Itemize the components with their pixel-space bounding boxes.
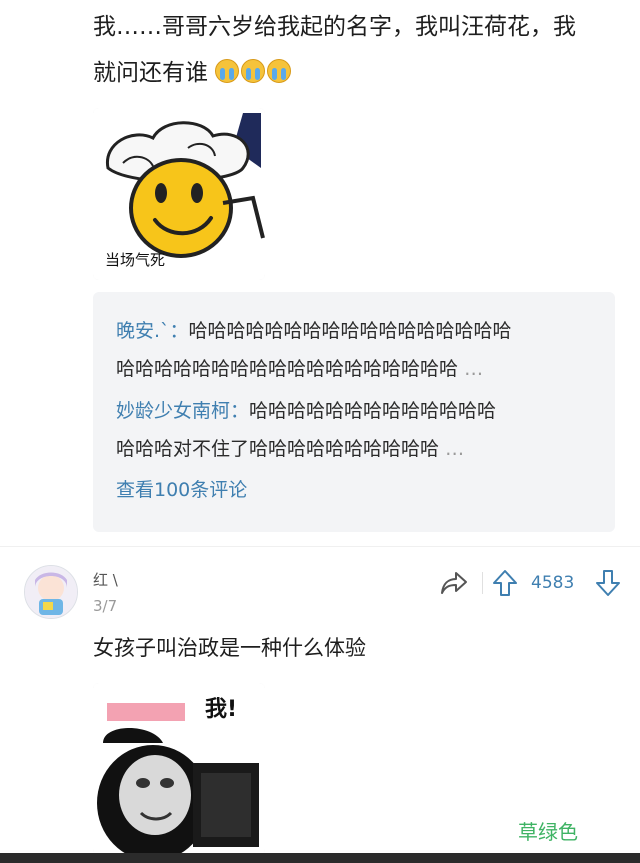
panda-meme-illustration [93, 683, 265, 855]
replies-panel: 晚安.`：哈哈哈哈哈哈哈哈哈哈哈哈哈哈哈哈哈 哈哈哈哈哈哈哈哈哈哈哈哈哈哈哈哈哈… [93, 292, 615, 532]
reply-item-continued: 哈哈哈对不住了哈哈哈哈哈哈哈哈哈哈 … [116, 434, 464, 461]
upvote-count: 4583 [531, 573, 575, 593]
reply-item[interactable]: 妙龄少女南柯：哈哈哈哈哈哈哈哈哈哈哈哈哈 [116, 396, 496, 423]
comment-date: 3/7 [93, 597, 118, 615]
avatar[interactable] [24, 565, 78, 619]
sticker-text: 我! [205, 697, 238, 722]
reply-ellipsis: … [464, 358, 484, 380]
downvote-arrow-icon[interactable] [595, 569, 621, 597]
reply-item-continued: 哈哈哈哈哈哈哈哈哈哈哈哈哈哈哈哈哈哈 … [116, 354, 483, 381]
view-more-comments-link[interactable]: 查看100条评论 [116, 475, 247, 502]
action-divider [482, 572, 483, 594]
post-text-line-1: 我……哥哥六岁给我起的名字，我叫汪荷花，我 [93, 14, 576, 40]
reply-text: 哈哈哈哈哈哈哈哈哈哈哈哈哈哈哈哈哈哈 [116, 358, 459, 380]
share-icon[interactable] [440, 570, 468, 596]
crying-face-icon [267, 59, 292, 83]
reply-item[interactable]: 晚安.`：哈哈哈哈哈哈哈哈哈哈哈哈哈哈哈哈哈 [116, 316, 512, 343]
upvote-arrow-icon[interactable] [492, 569, 518, 597]
comment-text: 女孩子叫治政是一种什么体验 [93, 636, 366, 660]
crying-face-icon [241, 59, 266, 83]
comment-username[interactable]: 红 \ [93, 569, 118, 590]
divider [0, 546, 640, 547]
reply-text: 哈哈哈哈哈哈哈哈哈哈哈哈哈哈哈哈哈 [188, 320, 512, 342]
reply-ellipsis: … [445, 438, 465, 460]
sticker-image-panda[interactable]: 我! [93, 683, 265, 855]
reply-username[interactable]: 晚安.`： [116, 320, 189, 342]
sticker-image-smiley[interactable]: 当场气死 [93, 108, 265, 280]
reply-username[interactable]: 妙龄少女南柯： [116, 400, 249, 422]
crying-face-icon [215, 59, 240, 83]
reply-text: 哈哈哈对不住了哈哈哈哈哈哈哈哈哈哈 [116, 438, 440, 460]
bottom-bar [0, 853, 640, 863]
post-text-line-2: 就问还有谁 [93, 58, 293, 88]
watermark: 草绿色 [518, 820, 578, 844]
sticker-caption: 当场气死 [105, 251, 166, 269]
anime-avatar-image [25, 566, 77, 618]
reply-text: 哈哈哈哈哈哈哈哈哈哈哈哈哈 [249, 400, 497, 422]
post-text-line-2-text: 就问还有谁 [93, 60, 208, 86]
